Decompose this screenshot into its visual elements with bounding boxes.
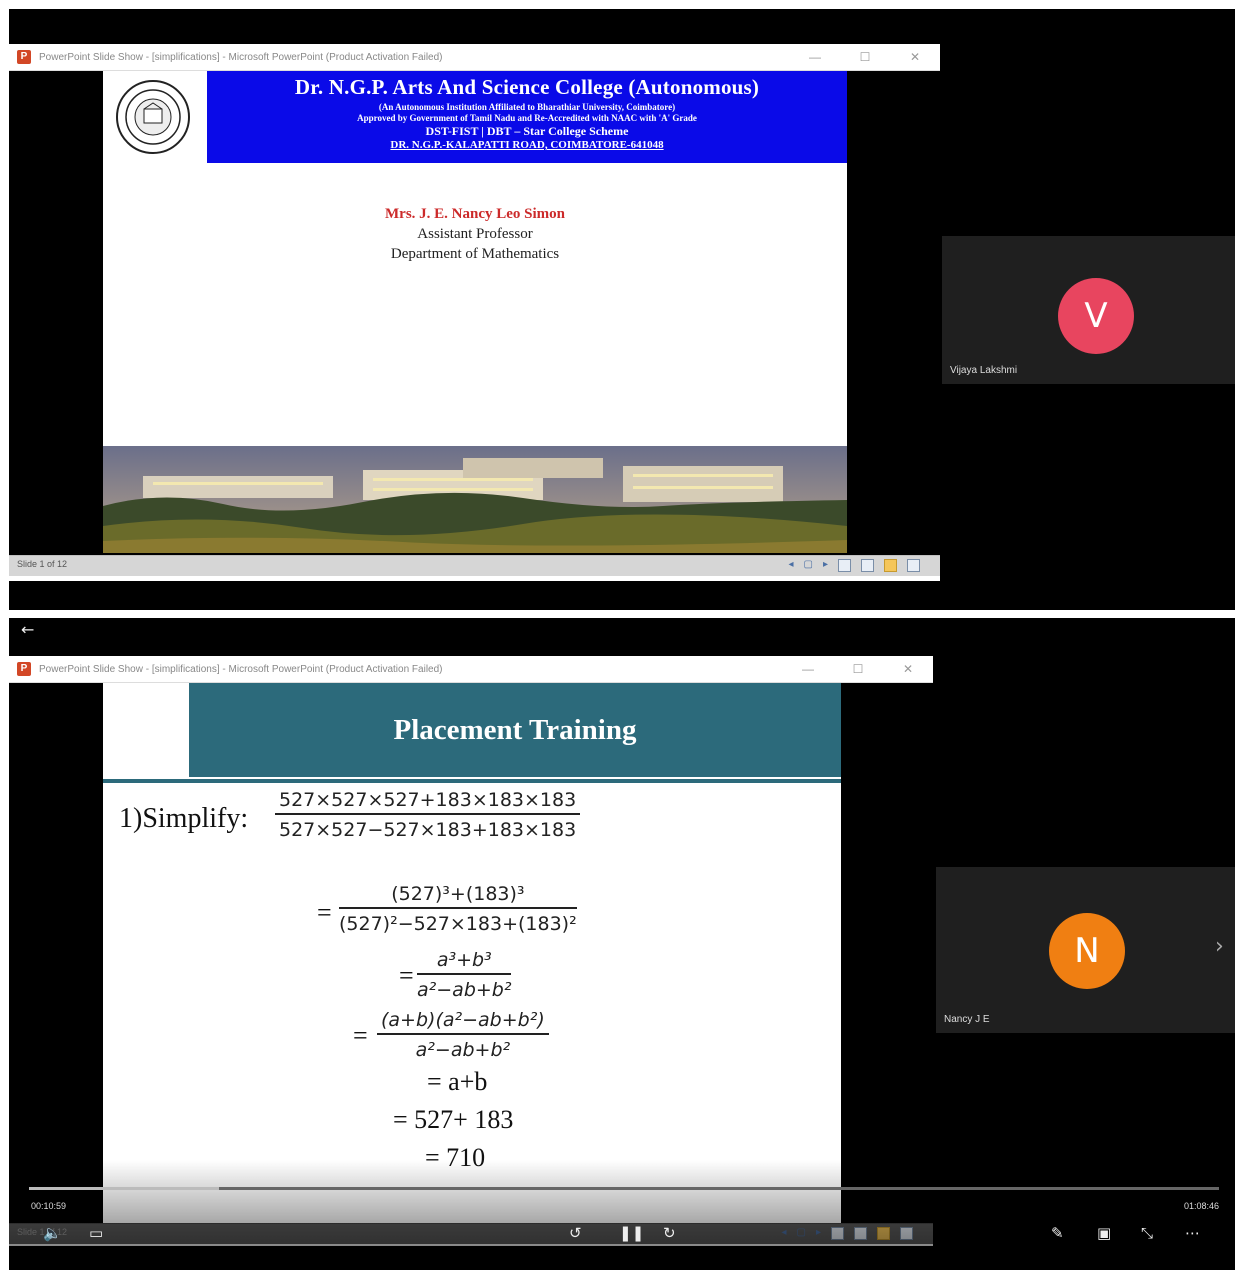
avatar-initial: V bbox=[1084, 296, 1108, 336]
minimize-button[interactable]: — bbox=[790, 44, 840, 70]
powerpoint-window-bottom: P PowerPoint Slide Show - [simplificatio… bbox=[9, 656, 933, 1246]
total-time: 01:08:46 bbox=[1183, 1201, 1219, 1211]
college-banner: Dr. N.G.P. Arts And Science College (Aut… bbox=[207, 71, 847, 163]
step3-numerator: (a+b)(a²−ab+b²) bbox=[377, 1009, 549, 1035]
top-meeting-panel: P PowerPoint Slide Show - [simplificatio… bbox=[9, 9, 1235, 610]
step4-line: = a+b bbox=[427, 1067, 488, 1096]
equals-sign-3: = bbox=[353, 1021, 368, 1050]
maximize-button[interactable]: ☐ bbox=[840, 44, 890, 70]
seek-bar[interactable] bbox=[29, 1187, 1219, 1190]
scheme-line: DST-FIST | DBT – Star College Scheme bbox=[425, 124, 629, 138]
slide-title: Placement Training bbox=[189, 683, 841, 777]
presenter-name: Mrs. J. E. Nancy Leo Simon bbox=[385, 206, 565, 222]
problem-fraction: 527×527×527+183×183×183 527×527−527×183+… bbox=[275, 789, 581, 841]
exit-fullscreen-icon[interactable]: ⤡ bbox=[1141, 1224, 1153, 1242]
window-title: PowerPoint Slide Show - [simplifications… bbox=[39, 51, 443, 63]
sorter-view-icon[interactable] bbox=[861, 559, 874, 572]
next-slide-icon[interactable]: ▸ bbox=[816, 1227, 821, 1240]
minimize-button[interactable]: — bbox=[783, 656, 833, 682]
step2-denominator: a²−ab+b² bbox=[417, 979, 512, 1001]
accreditation-line: Approved by Government of Tamil Nadu and… bbox=[357, 113, 697, 123]
slide-area: Placement Training 1)Simplify: 527×527×5… bbox=[9, 683, 933, 1223]
college-name: Dr. N.G.P. Arts And Science College (Aut… bbox=[294, 75, 760, 99]
step6-line: = 710 bbox=[425, 1143, 486, 1172]
seek-bar-progress bbox=[29, 1187, 220, 1190]
maximize-button[interactable]: ☐ bbox=[833, 656, 883, 682]
step1-fraction: (527)³+(183)³ (527)²−527×183+(183)² bbox=[339, 883, 577, 935]
more-options-icon[interactable]: ⋯ bbox=[1185, 1224, 1200, 1242]
step2-fraction: a³+b³ a²−ab+b² bbox=[417, 949, 512, 1001]
pause-button[interactable]: ❚❚ bbox=[619, 1224, 644, 1242]
elapsed-time: 00:10:59 bbox=[31, 1201, 67, 1211]
status-icons: ◂ ▢ ▸ bbox=[788, 559, 920, 572]
address-line: DR. N.G.P.-KALAPATTI ROAD, COIMBATORE-64… bbox=[390, 139, 664, 151]
affiliation-line: (An Autonomous Institution Affiliated to… bbox=[378, 102, 676, 112]
volume-icon[interactable]: 🔈 bbox=[43, 1224, 62, 1242]
slideshow-view-icon[interactable] bbox=[907, 559, 920, 572]
powerpoint-icon: P bbox=[17, 50, 31, 64]
presenter-role: Assistant Professor bbox=[417, 226, 533, 242]
step1-denominator: (527)²−527×183+(183)² bbox=[339, 913, 577, 935]
participant-tile-nancy[interactable]: N Nancy J E bbox=[936, 867, 1235, 1033]
participant-avatar: N bbox=[1049, 913, 1125, 989]
powerpoint-window-top: P PowerPoint Slide Show - [simplificatio… bbox=[9, 44, 940, 581]
step2-numerator: a³+b³ bbox=[417, 949, 512, 975]
forward-icon[interactable]: ↻ bbox=[663, 1224, 676, 1242]
status-bar: Slide 1 of 12 ◂ ▢ ▸ bbox=[9, 1223, 933, 1244]
menu-icon[interactable]: ▢ bbox=[804, 559, 813, 572]
reading-view-icon[interactable] bbox=[877, 1227, 890, 1240]
normal-view-icon[interactable] bbox=[838, 559, 851, 572]
next-participant-chevron-icon[interactable]: › bbox=[1215, 934, 1224, 959]
step1-numerator: (527)³+(183)³ bbox=[339, 883, 577, 909]
pen-icon[interactable]: ✎ bbox=[1051, 1224, 1064, 1242]
status-bar: Slide 1 of 12 ◂ ▢ ▸ bbox=[9, 555, 940, 576]
participant-name: Nancy J E bbox=[944, 1014, 990, 1025]
window-title: PowerPoint Slide Show - [simplifications… bbox=[39, 663, 443, 675]
bottom-meeting-panel: ← P PowerPoint Slide Show - [simplificat… bbox=[9, 618, 1235, 1270]
slide-area: Dr. N.G.P. Arts And Science College (Aut… bbox=[9, 71, 940, 555]
window-controls: — ☐ ✕ bbox=[783, 656, 933, 682]
previous-slide-icon[interactable]: ◂ bbox=[781, 1227, 786, 1240]
problem-numerator: 527×527×527+183×183×183 bbox=[275, 789, 581, 815]
problem-denominator: 527×527−527×183+183×183 bbox=[279, 819, 577, 841]
slideshow-view-icon[interactable] bbox=[900, 1227, 913, 1240]
window-titlebar: P PowerPoint Slide Show - [simplificatio… bbox=[9, 656, 933, 683]
status-icons: ◂ ▢ ▸ bbox=[781, 1227, 913, 1240]
participant-name: Vijaya Lakshmi bbox=[950, 365, 1018, 376]
close-button[interactable]: ✕ bbox=[890, 44, 940, 70]
menu-icon[interactable]: ▢ bbox=[797, 1227, 806, 1240]
presenter-department: Department of Mathematics bbox=[390, 246, 560, 262]
title-underline bbox=[103, 779, 841, 783]
slide-placement-training: Placement Training 1)Simplify: 527×527×5… bbox=[103, 683, 841, 1223]
campus-photo bbox=[103, 446, 847, 553]
participant-avatar: V bbox=[1058, 278, 1134, 354]
sorter-view-icon[interactable] bbox=[854, 1227, 867, 1240]
step5-line: = 527+ 183 bbox=[393, 1105, 514, 1134]
step3-denominator: a²−ab+b² bbox=[415, 1039, 511, 1061]
close-button[interactable]: ✕ bbox=[883, 656, 933, 682]
window-controls: — ☐ ✕ bbox=[790, 44, 940, 70]
next-slide-icon[interactable]: ▸ bbox=[823, 559, 828, 572]
picture-in-picture-icon[interactable]: ▣ bbox=[1097, 1224, 1111, 1242]
problem-label: 1)Simplify: bbox=[119, 803, 249, 834]
previous-slide-icon[interactable]: ◂ bbox=[788, 559, 793, 572]
back-arrow-icon[interactable]: ← bbox=[21, 620, 34, 639]
window-titlebar: P PowerPoint Slide Show - [simplificatio… bbox=[9, 44, 940, 71]
slide-counter: Slide 1 of 12 bbox=[17, 559, 68, 569]
reading-view-icon[interactable] bbox=[884, 559, 897, 572]
participant-tile-vijaya[interactable]: V Vijaya Lakshmi bbox=[942, 236, 1235, 384]
slide-title-page: Dr. N.G.P. Arts And Science College (Aut… bbox=[103, 71, 847, 553]
normal-view-icon[interactable] bbox=[831, 1227, 844, 1240]
captions-icon[interactable]: ▭ bbox=[89, 1224, 103, 1242]
college-seal-logo bbox=[111, 79, 195, 155]
powerpoint-icon: P bbox=[17, 662, 31, 676]
step3-fraction: (a+b)(a²−ab+b²) a²−ab+b² bbox=[377, 1009, 549, 1061]
avatar-initial: N bbox=[1074, 931, 1100, 971]
rewind-icon[interactable]: ↺ bbox=[569, 1224, 582, 1242]
equals-sign-1: = bbox=[317, 898, 332, 927]
equals-sign-2: = bbox=[399, 961, 414, 990]
